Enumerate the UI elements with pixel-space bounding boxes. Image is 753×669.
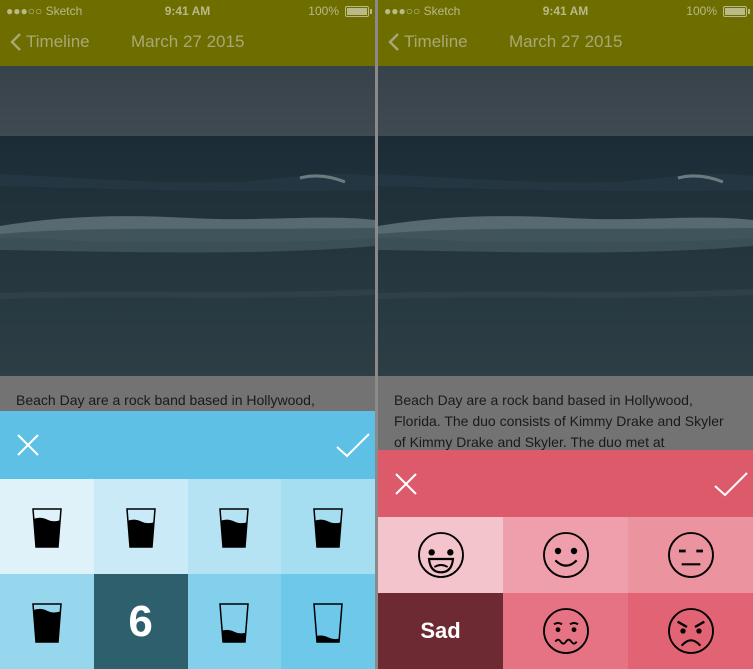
water-glass-icon xyxy=(313,602,343,643)
picker-toolbar xyxy=(0,411,375,479)
mood-option-selected[interactable]: Sad xyxy=(378,593,503,669)
back-label: Timeline xyxy=(404,32,468,51)
laughing-face-icon xyxy=(417,532,464,578)
angry-face-icon xyxy=(667,608,714,654)
water-option[interactable] xyxy=(0,479,94,574)
selected-glass-count: 6 xyxy=(128,596,153,646)
page-title: March 27 2015 xyxy=(131,32,245,51)
mood-option-smiling[interactable] xyxy=(503,517,628,593)
water-glass-icon xyxy=(125,507,156,548)
neutral-face-icon xyxy=(667,532,714,578)
water-glass-icon xyxy=(219,507,250,548)
back-button[interactable]: Timeline xyxy=(388,32,468,52)
selected-mood-label: Sad xyxy=(420,618,461,643)
water-option[interactable] xyxy=(281,479,375,574)
water-option[interactable] xyxy=(0,574,94,669)
water-level-grid: 6 xyxy=(0,479,375,669)
battery-icon xyxy=(345,6,372,17)
back-button[interactable]: Timeline xyxy=(10,32,90,52)
cancel-button[interactable] xyxy=(12,429,44,461)
water-glass-icon xyxy=(313,507,343,548)
mood-picker-sheet: Sad xyxy=(378,450,753,669)
chevron-left-icon xyxy=(388,33,399,51)
mood-option-neutral[interactable] xyxy=(628,517,753,593)
close-icon xyxy=(17,434,39,456)
article-text: Beach Day are a rock band based in Holly… xyxy=(16,392,315,408)
page-title: March 27 2015 xyxy=(509,32,623,51)
picker-toolbar xyxy=(378,450,753,518)
back-label: Timeline xyxy=(26,32,90,51)
phone-screen-water: ●●●○○ Sketch 9:41 AM 100% Timeline March… xyxy=(0,0,375,669)
worried-face-icon xyxy=(542,608,589,654)
water-option[interactable] xyxy=(93,479,188,574)
water-glass-icon xyxy=(32,602,62,643)
mood-grid: Sad xyxy=(378,517,753,669)
status-bar: ●●●○○ Sketch 9:41 AM 100% xyxy=(0,0,375,22)
checkmark-icon xyxy=(336,433,370,458)
mood-option-worried[interactable] xyxy=(503,593,628,669)
ocean-photo xyxy=(0,66,375,376)
close-icon xyxy=(395,473,417,495)
water-picker-sheet: 6 xyxy=(0,411,375,669)
cancel-button[interactable] xyxy=(390,468,422,500)
checkmark-icon xyxy=(714,472,748,497)
confirm-button[interactable] xyxy=(713,468,748,500)
battery-label: 100% xyxy=(686,4,717,18)
water-option[interactable] xyxy=(187,574,282,669)
status-bar: ●●●○○ Sketch 9:41 AM 100% xyxy=(378,0,753,22)
ocean-photo xyxy=(378,66,753,376)
battery-label: 100% xyxy=(308,4,339,18)
chevron-left-icon xyxy=(10,33,21,51)
confirm-button[interactable] xyxy=(335,429,370,461)
phone-screen-mood: ●●●○○ Sketch 9:41 AM 100% Timeline March… xyxy=(378,0,753,669)
water-glass-icon xyxy=(219,602,250,643)
mood-option-laughing[interactable] xyxy=(378,517,503,593)
smiling-face-icon xyxy=(542,532,589,578)
mood-option-angry[interactable] xyxy=(628,593,753,669)
water-option[interactable] xyxy=(187,479,282,574)
water-option[interactable] xyxy=(281,574,375,669)
battery-icon xyxy=(723,6,750,17)
navigation-bar: ●●●○○ Sketch 9:41 AM 100% Timeline March… xyxy=(378,0,753,66)
navigation-bar: ●●●○○ Sketch 9:41 AM 100% Timeline March… xyxy=(0,0,375,66)
water-glass-icon xyxy=(32,507,62,548)
article-text: Beach Day are a rock band based in Holly… xyxy=(394,392,724,450)
water-option-selected[interactable]: 6 xyxy=(93,574,188,669)
